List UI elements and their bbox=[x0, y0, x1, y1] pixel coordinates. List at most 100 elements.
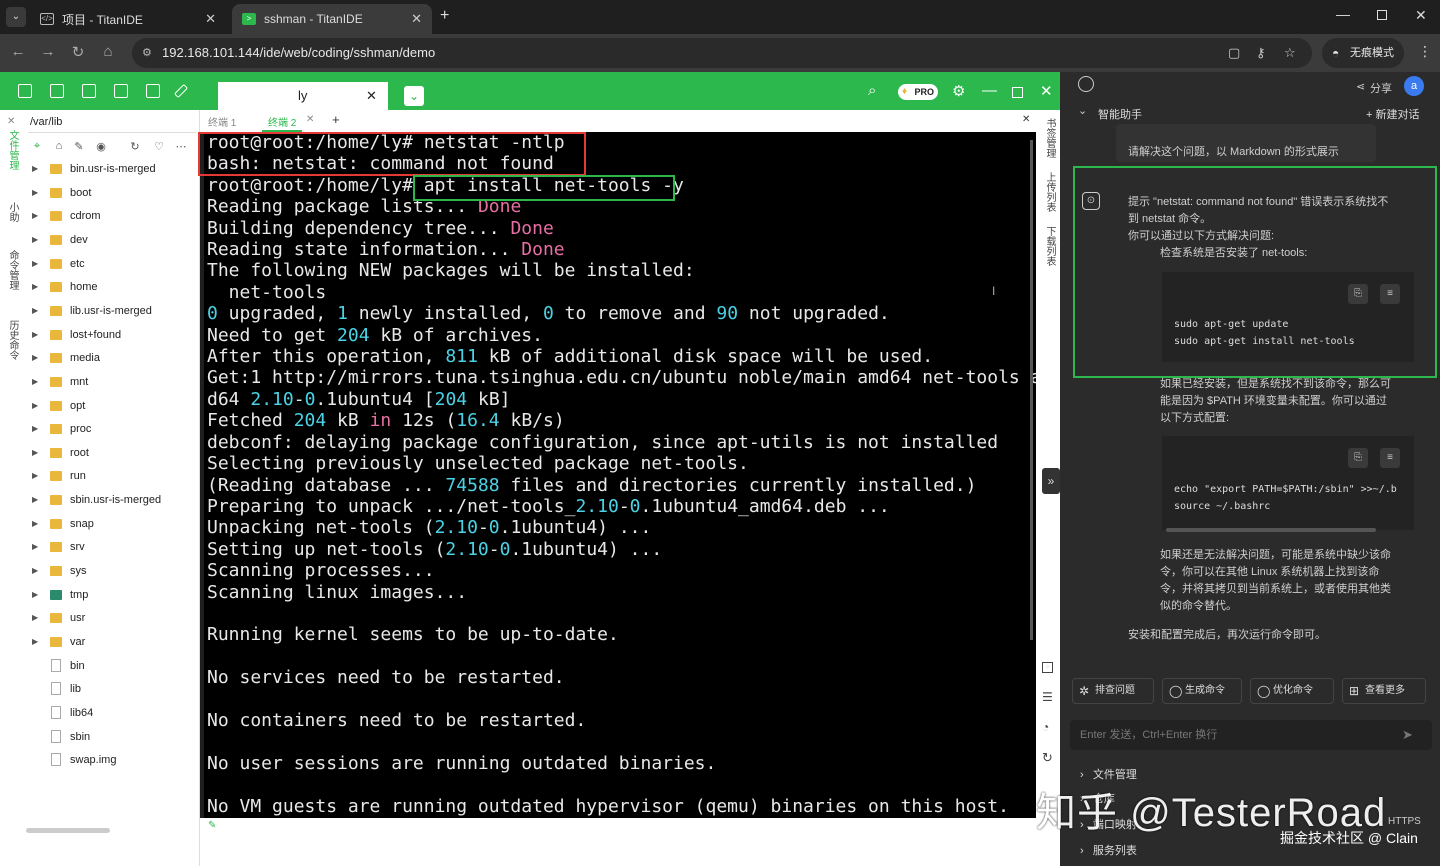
close-pane-icon[interactable]: ✕ bbox=[1022, 114, 1030, 125]
restore-window-button[interactable] bbox=[1377, 10, 1387, 20]
tool-icon[interactable] bbox=[173, 83, 189, 99]
tree-scrollbar[interactable] bbox=[26, 828, 110, 833]
tree-row[interactable]: ▶ media bbox=[24, 348, 200, 368]
tree-row[interactable]: ▶ mnt bbox=[24, 372, 200, 392]
split-icon[interactable] bbox=[114, 84, 128, 98]
chevron-down-icon[interactable]: ⌄ bbox=[1078, 104, 1087, 117]
send-icon[interactable]: ➤ bbox=[1402, 720, 1413, 750]
minimize-window-button[interactable]: — bbox=[1336, 6, 1350, 22]
tree-row[interactable]: ▶ root bbox=[24, 443, 200, 463]
bookmark-star-icon[interactable]: ☆ bbox=[1284, 38, 1296, 68]
rail-bookmarks[interactable]: 书签管理 bbox=[1042, 118, 1057, 158]
generate-command-button[interactable]: ◯ 生成命令 bbox=[1162, 678, 1242, 704]
expand-caret-icon[interactable]: ▶ bbox=[32, 608, 38, 628]
rail-file-manager[interactable]: 文件管理 bbox=[5, 130, 20, 170]
expand-caret-icon[interactable]: ▶ bbox=[32, 537, 38, 557]
reload-icon[interactable]: ↻ bbox=[68, 43, 88, 61]
tree-row[interactable]: ▶ cdrom bbox=[24, 206, 200, 226]
tree-row[interactable]: ▶ snap bbox=[24, 514, 200, 534]
expand-caret-icon[interactable]: ▶ bbox=[32, 419, 38, 439]
expand-caret-icon[interactable]: ▶ bbox=[32, 254, 38, 274]
tree-row[interactable]: ▶ opt bbox=[24, 396, 200, 416]
terminal-output[interactable]: root@root:/home/ly# netstat -ntlp bash: n… bbox=[204, 132, 1036, 818]
expand-caret-icon[interactable]: ▶ bbox=[32, 372, 38, 392]
list-icon[interactable] bbox=[146, 84, 160, 98]
avatar[interactable]: a bbox=[1404, 76, 1424, 96]
tree-row[interactable]: lib bbox=[24, 679, 200, 699]
site-info-icon[interactable]: ⚙ bbox=[142, 38, 152, 68]
expand-caret-icon[interactable]: ▶ bbox=[32, 585, 38, 605]
expand-caret-icon[interactable]: ▶ bbox=[32, 632, 38, 652]
view-more-button[interactable]: ⊞ 查看更多 bbox=[1342, 678, 1426, 704]
heart-icon[interactable]: ♡ bbox=[152, 140, 166, 154]
rail-downloads[interactable]: 下载列表 bbox=[1042, 226, 1057, 266]
layout-icon[interactable] bbox=[18, 84, 32, 98]
expand-caret-icon[interactable]: ▶ bbox=[32, 277, 38, 297]
search-icon[interactable]: ⌕ bbox=[868, 82, 876, 99]
expand-caret-icon[interactable]: ▶ bbox=[32, 561, 38, 581]
terminal-session-tab[interactable]: ly ✕ bbox=[218, 82, 388, 110]
tree-row[interactable]: ▶ boot bbox=[24, 183, 200, 203]
incognito-badge[interactable]: ◓ 无痕模式 bbox=[1322, 38, 1404, 68]
expand-caret-icon[interactable]: ▶ bbox=[32, 490, 38, 510]
rail-history[interactable]: 历史命令 bbox=[5, 320, 20, 360]
pen-icon[interactable]: ✎ bbox=[208, 820, 216, 831]
expand-caret-icon[interactable]: ▶ bbox=[32, 183, 38, 203]
share-icon[interactable]: ⋖ bbox=[1356, 80, 1365, 93]
browser-tab-sshman[interactable]: > sshman - TitanIDE ✕ bbox=[232, 4, 432, 34]
locate-icon[interactable]: ⌖ bbox=[30, 140, 44, 154]
new-tab-button[interactable]: + bbox=[440, 7, 449, 25]
tree-row[interactable]: ▶ dev bbox=[24, 230, 200, 250]
tree-row[interactable]: ▶ var bbox=[24, 632, 200, 652]
refresh-icon[interactable]: ↻ bbox=[1042, 750, 1053, 766]
insert-code-icon[interactable]: ≡ bbox=[1380, 448, 1400, 468]
more-icon[interactable]: ⋯ bbox=[174, 140, 188, 154]
tree-row[interactable]: ▶ sys bbox=[24, 561, 200, 581]
browser-tab-projects[interactable]: </> 项目 - TitanIDE ✕ bbox=[30, 4, 226, 34]
pen-icon[interactable]: ✎ bbox=[72, 140, 86, 154]
grid-icon[interactable] bbox=[82, 84, 96, 98]
expand-caret-icon[interactable]: ▶ bbox=[32, 301, 38, 321]
close-ide-icon[interactable]: ✕ bbox=[1040, 82, 1053, 100]
collapse-rail-icon[interactable]: ✕ bbox=[7, 116, 15, 127]
tree-row[interactable]: ▶ lost+found bbox=[24, 325, 200, 345]
close-terminal-2-icon[interactable]: ✕ bbox=[306, 114, 314, 125]
close-tab-icon[interactable]: ✕ bbox=[205, 11, 216, 27]
copy-code-icon[interactable]: ⎘ bbox=[1348, 284, 1368, 304]
forward-icon[interactable]: → bbox=[38, 43, 58, 60]
tree-row[interactable]: ▶ proc bbox=[24, 419, 200, 439]
tree-row[interactable]: ▶ usr bbox=[24, 608, 200, 628]
tab-list-dropdown[interactable]: ⌄ bbox=[6, 7, 26, 27]
tree-row[interactable]: ▶ home bbox=[24, 277, 200, 297]
expand-caret-icon[interactable]: ▶ bbox=[32, 230, 38, 250]
save-icon[interactable]: ▢ bbox=[1228, 38, 1240, 68]
rail-assistant[interactable]: 小助 bbox=[5, 202, 20, 222]
tree-row[interactable]: ▶ bin.usr-is-merged bbox=[24, 159, 200, 179]
tree-row[interactable]: ▶ lib.usr-is-merged bbox=[24, 301, 200, 321]
tree-row[interactable]: ▶ etc bbox=[24, 254, 200, 274]
troubleshoot-button[interactable]: ✲ 排查问题 bbox=[1072, 678, 1154, 704]
section-services[interactable]: › 服务列表 bbox=[1080, 842, 1137, 858]
expand-caret-icon[interactable]: ▶ bbox=[32, 514, 38, 534]
expand-caret-icon[interactable]: ▶ bbox=[32, 396, 38, 416]
tree-row[interactable]: ▶ run bbox=[24, 466, 200, 486]
copy-code-icon[interactable]: ⎘ bbox=[1348, 448, 1368, 468]
palette-icon[interactable]: ◔ bbox=[1042, 720, 1049, 734]
close-terminal-tab-icon[interactable]: ✕ bbox=[366, 82, 377, 110]
chat-input[interactable]: Enter 发送，Ctrl+Enter 换行 ➤ bbox=[1070, 720, 1432, 750]
minimize-icon[interactable]: — bbox=[982, 82, 997, 99]
current-path[interactable]: /var/lib bbox=[30, 116, 62, 128]
code-block-path[interactable]: echo "export PATH=$PATH:/sbin" >>~/.b so… bbox=[1162, 436, 1414, 530]
expand-caret-icon[interactable]: ▶ bbox=[32, 443, 38, 463]
refresh-icon[interactable]: ↻ bbox=[128, 140, 142, 154]
tree-row[interactable]: ▶ srv bbox=[24, 537, 200, 557]
list-icon[interactable]: ☰ bbox=[1042, 690, 1053, 704]
browser-menu-icon[interactable]: ⋮ bbox=[1418, 43, 1432, 60]
settings-gear-icon[interactable]: ⚙ bbox=[952, 82, 965, 100]
optimize-command-button[interactable]: ◯ 优化命令 bbox=[1250, 678, 1334, 704]
code-block-install[interactable]: sudo apt-get update sudo apt-get install… bbox=[1162, 272, 1414, 362]
tree-row[interactable]: lib64 bbox=[24, 703, 200, 723]
maximize-icon[interactable] bbox=[1012, 87, 1023, 98]
close-window-button[interactable]: ✕ bbox=[1415, 7, 1427, 24]
terminal-tab-1[interactable]: 终端 1 bbox=[208, 114, 236, 129]
